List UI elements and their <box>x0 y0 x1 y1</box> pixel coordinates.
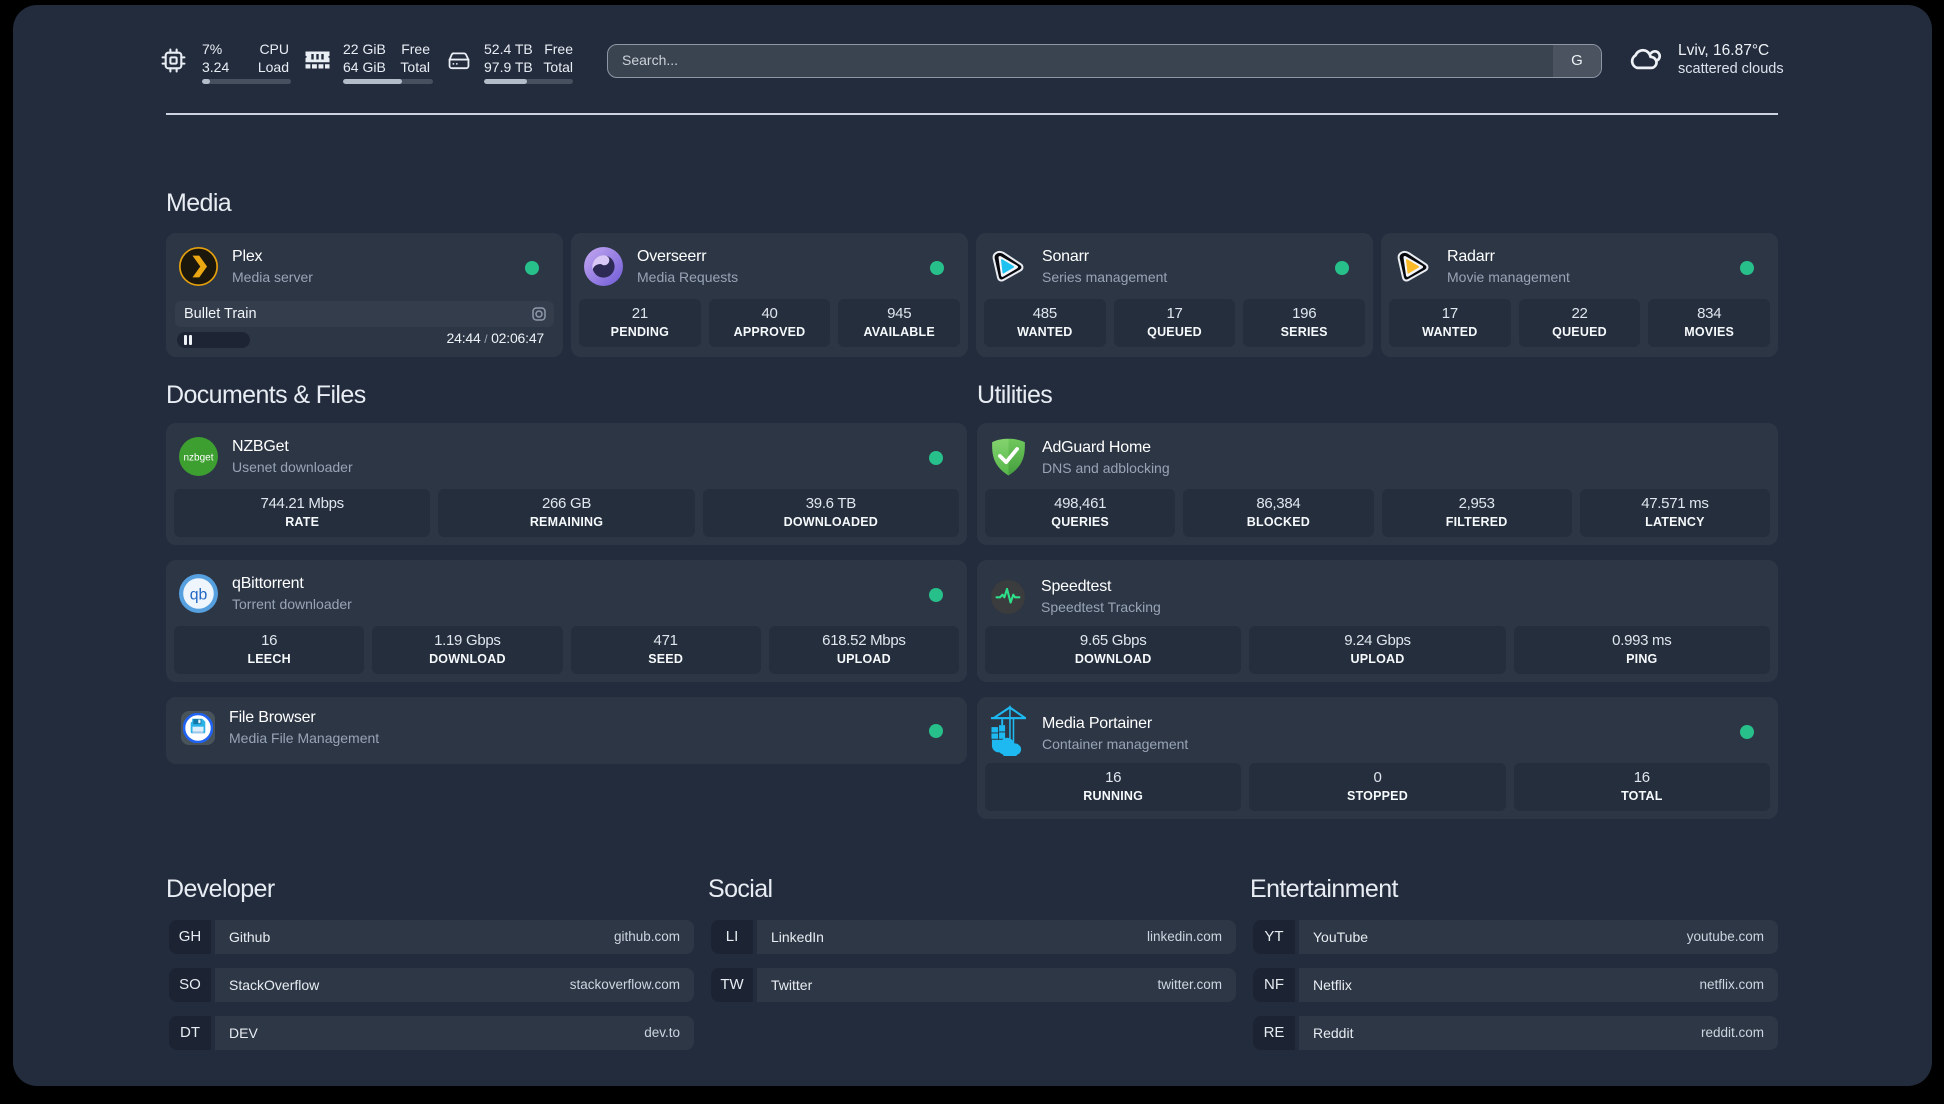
svg-text:qb: qb <box>190 586 208 603</box>
svg-text:nzbget: nzbget <box>183 453 213 464</box>
